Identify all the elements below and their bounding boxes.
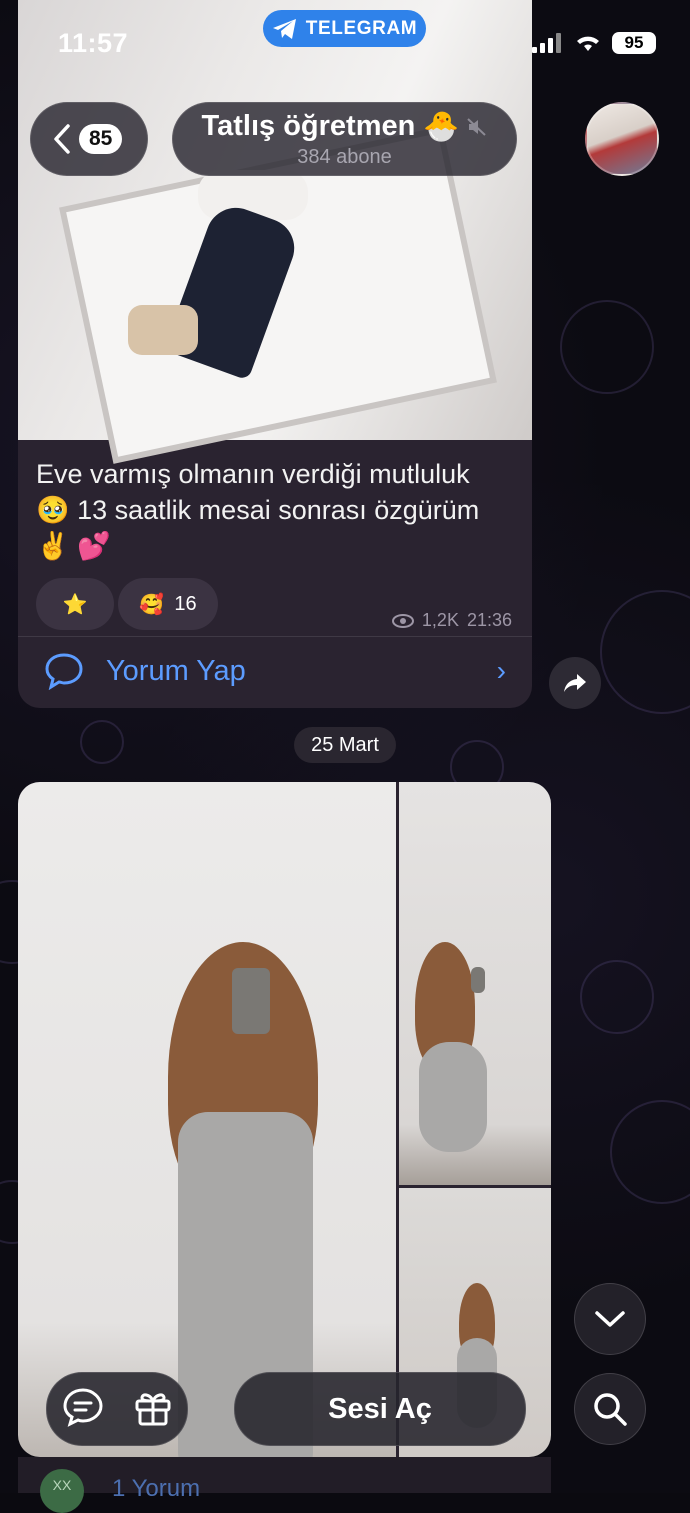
chat-bubble-icon — [62, 1387, 103, 1427]
subscriber-count: 384 abone — [297, 145, 392, 168]
eye-icon — [391, 613, 414, 628]
forward-button[interactable] — [549, 657, 601, 709]
chevron-left-icon — [54, 124, 70, 154]
comment-button[interactable]: Yorum Yap › — [44, 646, 506, 696]
chevron-right-icon: › — [496, 655, 506, 686]
divider — [18, 636, 532, 637]
comment-count-label[interactable]: 1 Yorum — [112, 1475, 200, 1503]
search-icon — [594, 1393, 627, 1426]
telegram-app-pill[interactable]: TELEGRAM — [263, 10, 426, 47]
comments-button[interactable] — [62, 1387, 104, 1432]
reaction-count: 16 — [174, 592, 197, 615]
smiling-hearts-emoji-icon: 🥰 — [139, 593, 165, 616]
channel-title: Tatlış öğretmen — [201, 110, 416, 142]
message-time: 21:36 — [466, 610, 512, 630]
wifi-icon — [577, 36, 599, 51]
message-photo[interactable] — [18, 0, 532, 457]
channel-header[interactable]: Tatlış öğretmen 🐣 384 abone — [172, 102, 517, 176]
reaction-smiling-hearts[interactable]: 🥰 16 — [118, 578, 218, 630]
battery-indicator: 95 — [612, 32, 656, 54]
telegram-plane-icon — [272, 18, 296, 39]
status-time: 11:57 — [58, 28, 129, 58]
back-button[interactable]: 85 — [30, 102, 148, 176]
chevron-down-icon — [595, 1311, 625, 1327]
telegram-pill-label: TELEGRAM — [305, 17, 418, 39]
comment-bubble-icon — [45, 653, 83, 690]
muted-speaker-icon — [467, 117, 487, 136]
date-separator: 25 Mart — [294, 727, 396, 763]
search-button[interactable] — [574, 1373, 646, 1445]
bottom-actions — [46, 1372, 188, 1446]
album-photo-1[interactable] — [18, 782, 396, 1457]
hatching-chick-emoji-icon: 🐣 — [423, 110, 460, 143]
gift-icon — [135, 1392, 170, 1425]
channel-avatar[interactable] — [585, 102, 659, 176]
view-count: 1,2K — [421, 610, 459, 630]
status-indicators: 95 — [532, 32, 656, 54]
unmute-sound-button[interactable]: Sesi Aç — [234, 1372, 526, 1446]
comment-label: Yorum Yap — [106, 654, 246, 687]
message-text: Eve varmış olmanın verdiği mutluluk 🥹 13… — [36, 459, 480, 561]
message-meta: 1,2K 21:36 — [391, 610, 512, 631]
unread-count-badge: 85 — [79, 124, 123, 154]
signal-icon — [532, 33, 561, 53]
gift-button[interactable] — [133, 1387, 173, 1432]
album-photo-2[interactable] — [399, 782, 551, 1185]
scroll-down-button[interactable] — [574, 1283, 646, 1355]
photo-album[interactable] — [18, 782, 551, 1457]
reaction-star[interactable]: ⭐ — [36, 578, 114, 630]
next-message-preview: XX 1 Yorum — [18, 1457, 551, 1513]
share-arrow-icon — [564, 674, 586, 692]
avatar: XX — [40, 1469, 84, 1513]
star-emoji-icon: ⭐ — [62, 593, 88, 616]
